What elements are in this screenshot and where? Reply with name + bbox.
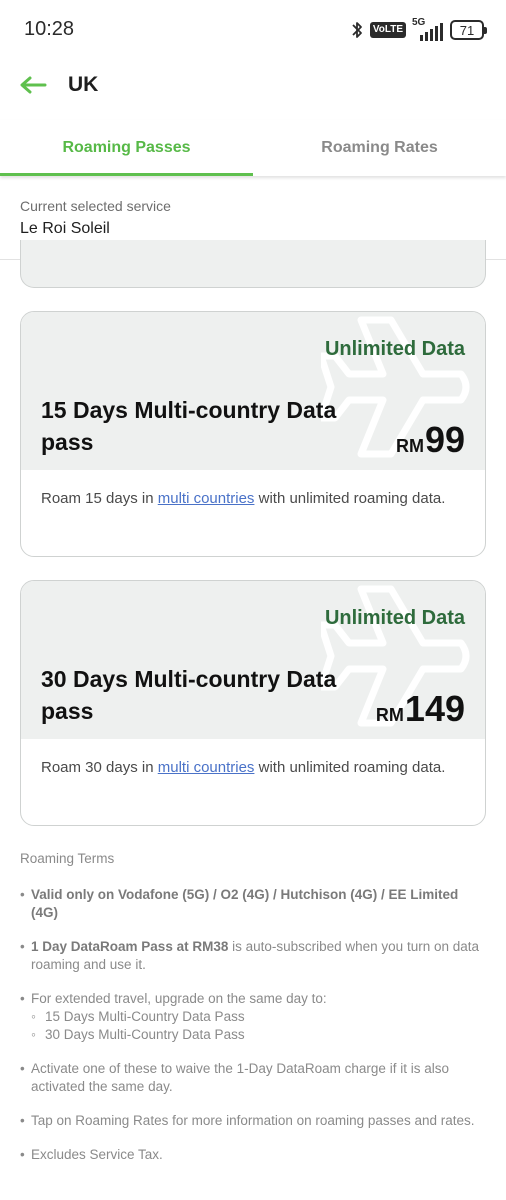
- status-bar: 10:28 VoLTE 5G 71: [0, 0, 506, 60]
- price-amount: 149: [404, 688, 465, 729]
- term-bold-text: 1 Day DataRoam Pass at RM38: [31, 939, 229, 954]
- desc-text: Roam 30 days in: [41, 759, 158, 776]
- signal-icon: 5G: [412, 17, 444, 41]
- term-item: For extended travel, upgrade on the same…: [20, 990, 486, 1044]
- service-name: Le Roi Soleil: [20, 220, 110, 237]
- volte-icon: VoLTE: [369, 22, 406, 38]
- tab-roaming-rates[interactable]: Roaming Rates: [253, 120, 506, 176]
- card-tag: Unlimited Data: [324, 607, 465, 629]
- multi-countries-link[interactable]: multi countries: [158, 759, 255, 776]
- card-header: Unlimited Data 30 Days Multi-country Dat…: [21, 581, 485, 739]
- partial-card[interactable]: [20, 240, 486, 288]
- tab-roaming-passes[interactable]: Roaming Passes: [0, 120, 253, 176]
- battery-level: 71: [459, 22, 475, 38]
- page-title: UK: [68, 73, 99, 96]
- desc-text: with unlimited roaming data.: [254, 490, 446, 507]
- term-item: Valid only on Vodafone (5G) / O2 (4G) / …: [20, 886, 486, 922]
- term-item: Activate one of these to waive the 1-Day…: [20, 1060, 486, 1096]
- service-caption: Current selected service: [20, 198, 171, 214]
- term-subitem: 30 Days Multi-Country Data Pass: [31, 1026, 486, 1044]
- desc-text: Roam 15 days in: [41, 490, 158, 507]
- status-time: 10:28: [24, 18, 75, 40]
- term-text: Valid only on Vodafone (5G) / O2 (4G) / …: [31, 887, 459, 920]
- pass-card-30-days[interactable]: Unlimited Data 30 Days Multi-country Dat…: [20, 580, 486, 826]
- roaming-terms: Roaming Terms Valid only on Vodafone (5G…: [20, 850, 486, 1180]
- term-text: Activate one of these to waive the 1-Day…: [31, 1061, 449, 1094]
- desc-text: with unlimited roaming data.: [254, 759, 446, 776]
- term-item: 1 Day DataRoam Pass at RM38 is auto-subs…: [20, 938, 486, 974]
- price-currency: RM: [375, 705, 404, 725]
- battery-icon: 71: [450, 20, 487, 40]
- pass-card-15-days[interactable]: Unlimited Data 15 Days Multi-country Dat…: [20, 311, 486, 557]
- bluetooth-icon: [352, 22, 362, 38]
- card-description: Roam 30 days in multi countries with unl…: [21, 739, 485, 825]
- price-amount: 99: [424, 419, 465, 460]
- arrow-left-icon: [20, 76, 47, 94]
- card-title: 30 Days Multi-country Data pass: [41, 666, 337, 724]
- back-button[interactable]: [18, 70, 48, 100]
- terms-title: Roaming Terms: [20, 851, 115, 866]
- term-text: Excludes Service Tax.: [31, 1147, 163, 1162]
- card-price: RM 99: [396, 420, 465, 460]
- term-item: Excludes Service Tax.: [20, 1146, 486, 1164]
- price-currency: RM: [395, 436, 424, 456]
- multi-countries-link[interactable]: multi countries: [158, 490, 255, 507]
- app-header: UK: [0, 60, 506, 120]
- card-title: 15 Days Multi-country Data pass: [41, 397, 337, 455]
- term-text: For extended travel, upgrade on the same…: [31, 991, 327, 1006]
- status-icons: VoLTE 5G 71: [350, 17, 487, 42]
- term-text: Tap on Roaming Rates for more informatio…: [31, 1113, 475, 1128]
- tab-bar: Roaming Passes Roaming Rates: [0, 120, 506, 176]
- card-price: RM 149: [376, 689, 465, 729]
- term-item: Tap on Roaming Rates for more informatio…: [20, 1112, 486, 1130]
- card-header: Unlimited Data 15 Days Multi-country Dat…: [21, 312, 485, 470]
- card-description: Roam 15 days in multi countries with unl…: [21, 470, 485, 556]
- card-tag: Unlimited Data: [324, 338, 465, 360]
- term-subitem: 15 Days Multi-Country Data Pass: [31, 1008, 486, 1026]
